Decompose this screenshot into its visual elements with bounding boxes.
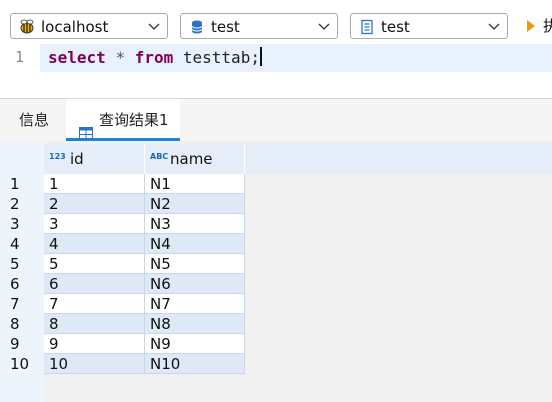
star-operator: * [115,48,126,67]
table-row[interactable]: 10 10 N10 [0,354,245,374]
table-row[interactable]: 8 8 N8 [0,314,245,334]
cell-name[interactable]: N9 [145,334,245,354]
cell-id[interactable]: 5 [44,254,145,274]
numeric-type-icon: 123 [49,152,66,161]
play-icon [527,20,535,32]
result-grid: 123 id ABC name 1 1 N1 2 2 N2 3 3 N3 4 4 N4 5 5 N5 6 6 N6… [0,141,552,402]
table-row[interactable]: 5 5 N5 [0,254,245,274]
table-row[interactable]: 7 7 N7 [0,294,245,314]
row-number: 2 [0,194,44,214]
row-number: 1 [0,174,44,194]
sql-query[interactable]: select * from testtab; [48,47,262,69]
table-row[interactable]: 2 2 N2 [0,194,245,214]
grid-header: 123 id ABC name [44,144,552,174]
chevron-down-icon [148,20,160,32]
bee-icon [19,19,35,35]
column-header-name[interactable]: ABC name [145,144,245,174]
database-label: test [211,18,240,36]
text-type-icon: ABC [150,152,169,161]
cell-id[interactable]: 7 [44,294,145,314]
tab-query-result[interactable]: 查询结果1 [66,99,180,141]
cell-id[interactable]: 4 [44,234,145,254]
cell-id[interactable]: 1 [44,174,145,194]
tab-info[interactable]: 信息 [19,99,49,141]
line-number: 1 [15,48,25,66]
cell-name[interactable]: N6 [145,274,245,294]
connection-select[interactable]: localhost [10,13,168,39]
cell-id[interactable]: 3 [44,214,145,234]
chevron-down-icon [318,20,330,32]
row-number: 6 [0,274,44,294]
cell-id[interactable]: 6 [44,274,145,294]
row-number: 3 [0,214,44,234]
cell-name[interactable]: N8 [145,314,245,334]
table-row[interactable]: 1 1 N1 [0,174,245,194]
table-row[interactable]: 4 4 N4 [0,234,245,254]
schema-select[interactable]: test [350,13,508,39]
text-caret [259,47,262,66]
cell-name[interactable]: N2 [145,194,245,214]
table-icon [79,113,93,139]
column-header-label: id [70,150,84,168]
row-number: 8 [0,314,44,334]
column-header-label: name [170,150,213,168]
column-header-id[interactable]: 123 id [44,144,145,174]
row-number: 4 [0,234,44,254]
row-number: 5 [0,254,44,274]
schema-label: test [381,18,410,36]
execute-label: 执 [543,17,552,35]
cell-id[interactable]: 8 [44,314,145,334]
database-select[interactable]: test [180,13,338,39]
database-icon [189,19,205,35]
sql-editor[interactable]: 1 select * from testtab; [0,44,552,98]
table-row[interactable]: 6 6 N6 [0,274,245,294]
keyword-from: from [134,48,174,67]
cell-name[interactable]: N5 [145,254,245,274]
cell-id[interactable]: 10 [44,354,145,374]
editor-gutter: 1 [0,44,40,74]
row-number: 9 [0,334,44,354]
result-tabs: 信息 查询结果1 [0,99,552,141]
cell-name[interactable]: N4 [145,234,245,254]
table-row[interactable]: 3 3 N3 [0,214,245,234]
toolbar: localhost test test 执 [0,0,552,44]
table-name: testtab; [182,48,260,67]
cell-name[interactable]: N7 [145,294,245,314]
chevron-down-icon [488,20,500,32]
table-row[interactable]: 9 9 N9 [0,334,245,354]
schema-icon [359,19,375,35]
keyword-select: select [48,48,106,67]
cell-id[interactable]: 9 [44,334,145,354]
cell-name[interactable]: N1 [145,174,245,194]
row-number: 7 [0,294,44,314]
row-number: 10 [0,354,44,374]
connection-label: localhost [41,18,109,36]
tab-query-result-label: 查询结果1 [99,111,169,129]
cell-name[interactable]: N3 [145,214,245,234]
cell-id[interactable]: 2 [44,194,145,214]
cell-name[interactable]: N10 [145,354,245,374]
